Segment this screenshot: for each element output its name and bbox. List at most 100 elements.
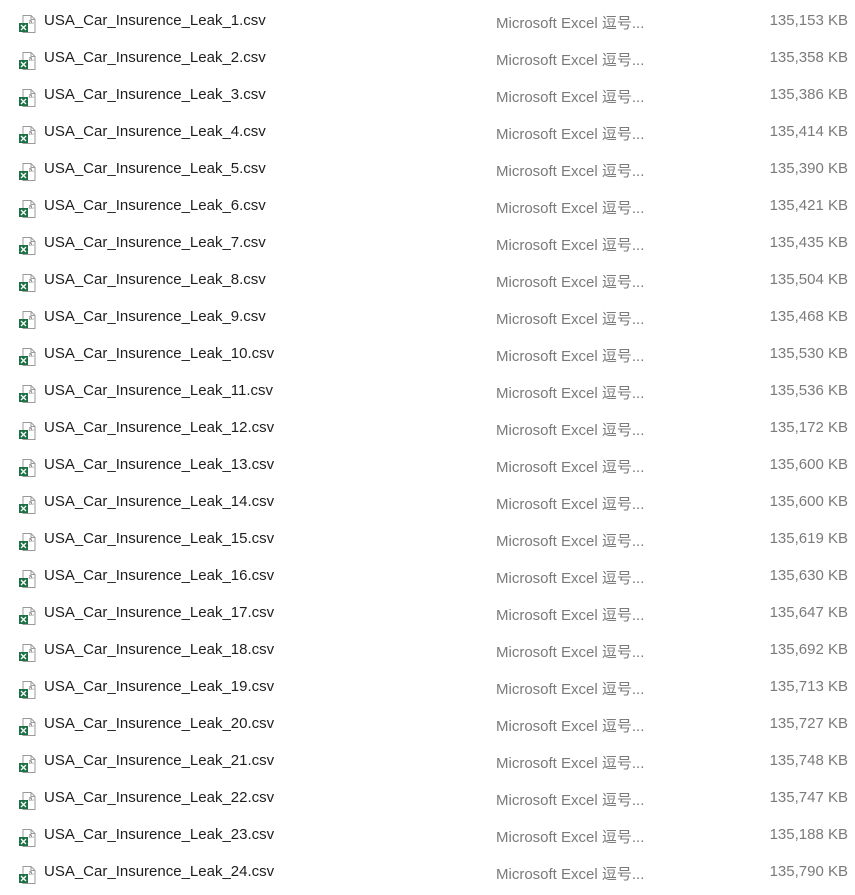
file-type: Microsoft Excel 逗号... (496, 385, 645, 402)
file-type: Microsoft Excel 逗号... (496, 496, 645, 513)
file-type: Microsoft Excel 逗号... (496, 422, 645, 439)
file-name: USA_Car_Insurence_Leak_14.csv (44, 493, 275, 510)
file-row[interactable]: a, USA_Car_Insurence_Leak_4.csv Microsoft … (0, 115, 855, 152)
excel-csv-file-icon: a, (18, 458, 38, 478)
file-name: USA_Car_Insurence_Leak_10.csv (44, 345, 275, 362)
file-row[interactable]: a, USA_Car_Insurence_Leak_21.csv Microsoft… (0, 744, 855, 781)
file-type: Microsoft Excel 逗号... (496, 607, 645, 624)
file-row[interactable]: a, USA_Car_Insurence_Leak_12.csv Microsoft… (0, 411, 855, 448)
file-row[interactable]: a, USA_Car_Insurence_Leak_16.csv Microsoft… (0, 559, 855, 596)
excel-csv-file-icon: a, (18, 310, 38, 330)
file-name: USA_Car_Insurence_Leak_4.csv (44, 123, 266, 140)
file-row[interactable]: a, USA_Car_Insurence_Leak_3.csv Microsoft … (0, 78, 855, 115)
file-name: USA_Car_Insurence_Leak_15.csv (44, 530, 275, 547)
file-row[interactable]: a, USA_Car_Insurence_Leak_10.csv Microsoft… (0, 337, 855, 374)
file-name: USA_Car_Insurence_Leak_19.csv (44, 678, 275, 695)
file-row[interactable]: a, USA_Car_Insurence_Leak_24.csv Microsoft… (0, 855, 855, 892)
file-size: 135,536 KB (769, 382, 848, 399)
file-row[interactable]: a, USA_Car_Insurence_Leak_7.csv Microsoft … (0, 226, 855, 263)
file-type: Microsoft Excel 逗号... (496, 792, 645, 809)
file-row[interactable]: a, USA_Car_Insurence_Leak_1.csv Microsoft … (0, 4, 855, 41)
excel-csv-file-icon: a, (18, 865, 38, 885)
file-size: 135,435 KB (769, 234, 848, 251)
file-size: 135,153 KB (769, 12, 848, 29)
file-row[interactable]: a, USA_Car_Insurence_Leak_13.csv Microsoft… (0, 448, 855, 485)
file-name: USA_Car_Insurence_Leak_18.csv (44, 641, 275, 658)
file-size: 135,421 KB (769, 197, 848, 214)
excel-csv-file-icon: a, (18, 162, 38, 182)
svg-text:a,: a, (29, 389, 35, 396)
svg-text:a,: a, (29, 93, 35, 100)
file-size: 135,727 KB (769, 715, 848, 732)
file-size: 135,619 KB (769, 530, 848, 547)
excel-csv-file-icon: a, (18, 643, 38, 663)
file-name: USA_Car_Insurence_Leak_2.csv (44, 49, 266, 66)
svg-text:a,: a, (29, 56, 35, 63)
svg-text:a,: a, (29, 574, 35, 581)
svg-text:a,: a, (29, 352, 35, 359)
excel-csv-file-icon: a, (18, 791, 38, 811)
excel-csv-file-icon: a, (18, 532, 38, 552)
svg-text:a,: a, (29, 722, 35, 729)
file-type: Microsoft Excel 逗号... (496, 570, 645, 587)
file-name: USA_Car_Insurence_Leak_3.csv (44, 86, 266, 103)
file-name: USA_Car_Insurence_Leak_11.csv (44, 382, 274, 399)
file-row[interactable]: a, USA_Car_Insurence_Leak_11.csv Microsoft… (0, 374, 855, 411)
excel-csv-file-icon: a, (18, 384, 38, 404)
file-size: 135,414 KB (769, 123, 848, 140)
excel-csv-file-icon: a, (18, 680, 38, 700)
file-row[interactable]: a, USA_Car_Insurence_Leak_8.csv Microsoft … (0, 263, 855, 300)
file-row[interactable]: a, USA_Car_Insurence_Leak_20.csv Microsoft… (0, 707, 855, 744)
file-size: 135,713 KB (769, 678, 848, 695)
svg-text:a,: a, (29, 315, 35, 322)
file-row[interactable]: a, USA_Car_Insurence_Leak_5.csv Microsoft … (0, 152, 855, 189)
file-name: USA_Car_Insurence_Leak_24.csv (44, 863, 275, 880)
excel-csv-file-icon: a, (18, 717, 38, 737)
file-row[interactable]: a, USA_Car_Insurence_Leak_9.csv Microsoft … (0, 300, 855, 337)
svg-text:a,: a, (29, 759, 35, 766)
file-row[interactable]: a, USA_Car_Insurence_Leak_22.csv Microsoft… (0, 781, 855, 818)
file-row[interactable]: a, USA_Car_Insurence_Leak_14.csv Microsoft… (0, 485, 855, 522)
file-row[interactable]: a, USA_Car_Insurence_Leak_19.csv Microsoft… (0, 670, 855, 707)
file-size: 135,747 KB (769, 789, 848, 806)
file-size: 135,386 KB (769, 86, 848, 103)
svg-text:a,: a, (29, 241, 35, 248)
excel-csv-file-icon: a, (18, 14, 38, 34)
file-type: Microsoft Excel 逗号... (496, 718, 645, 735)
svg-text:a,: a, (29, 130, 35, 137)
file-name: USA_Car_Insurence_Leak_1.csv (44, 12, 266, 29)
file-row[interactable]: a, USA_Car_Insurence_Leak_6.csv Microsoft … (0, 189, 855, 226)
file-type: Microsoft Excel 逗号... (496, 237, 645, 254)
file-row[interactable]: a, USA_Car_Insurence_Leak_18.csv Microsoft… (0, 633, 855, 670)
file-type: Microsoft Excel 逗号... (496, 89, 645, 106)
svg-text:a,: a, (29, 204, 35, 211)
file-name: USA_Car_Insurence_Leak_6.csv (44, 197, 266, 214)
file-size: 135,647 KB (769, 604, 848, 621)
file-row[interactable]: a, USA_Car_Insurence_Leak_2.csv Microsoft … (0, 41, 855, 78)
svg-text:a,: a, (29, 870, 35, 877)
file-name: USA_Car_Insurence_Leak_9.csv (44, 308, 266, 325)
svg-text:a,: a, (29, 648, 35, 655)
excel-csv-file-icon: a, (18, 569, 38, 589)
file-row[interactable]: a, USA_Car_Insurence_Leak_23.csv Microsoft… (0, 818, 855, 855)
file-size: 135,600 KB (769, 493, 848, 510)
file-size: 135,172 KB (769, 419, 848, 436)
excel-csv-file-icon: a, (18, 828, 38, 848)
file-type: Microsoft Excel 逗号... (496, 681, 645, 698)
file-name: USA_Car_Insurence_Leak_22.csv (44, 789, 275, 806)
file-size: 135,530 KB (769, 345, 848, 362)
excel-csv-file-icon: a, (18, 88, 38, 108)
excel-csv-file-icon: a, (18, 273, 38, 293)
excel-csv-file-icon: a, (18, 51, 38, 71)
file-row[interactable]: a, USA_Car_Insurence_Leak_17.csv Microsoft… (0, 596, 855, 633)
file-type: Microsoft Excel 逗号... (496, 15, 645, 32)
file-type: Microsoft Excel 逗号... (496, 644, 645, 661)
file-name: USA_Car_Insurence_Leak_23.csv (44, 826, 275, 843)
svg-text:a,: a, (29, 278, 35, 285)
file-size: 135,600 KB (769, 456, 848, 473)
file-size: 135,748 KB (769, 752, 848, 769)
file-row[interactable]: a, USA_Car_Insurence_Leak_15.csv Microsoft… (0, 522, 855, 559)
file-size: 135,630 KB (769, 567, 848, 584)
svg-text:a,: a, (29, 19, 35, 26)
svg-text:a,: a, (29, 463, 35, 470)
